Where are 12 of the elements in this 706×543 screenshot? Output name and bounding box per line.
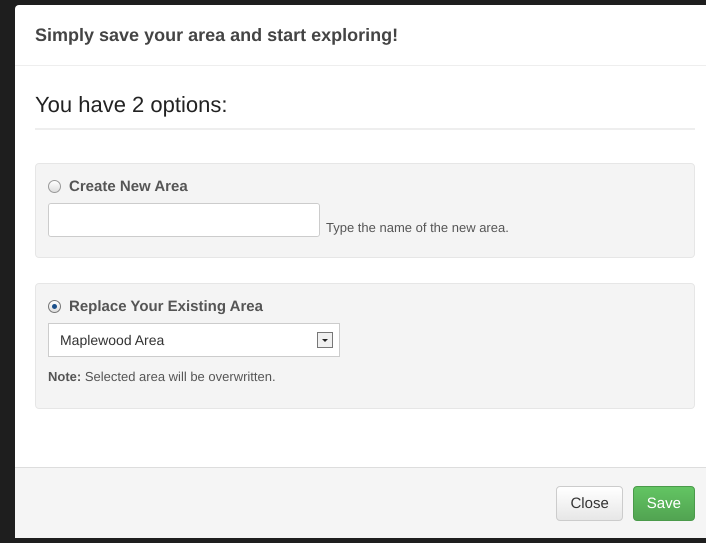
dialog-title: Simply save your area and start exploring! bbox=[35, 24, 398, 46]
help-text: Type the name of the new area. bbox=[326, 220, 509, 235]
radio-button[interactable] bbox=[48, 180, 61, 193]
caret-icon bbox=[317, 332, 333, 348]
radio-button[interactable] bbox=[48, 300, 61, 313]
area-dropdown[interactable]: Maplewood Area bbox=[48, 323, 340, 357]
close-button[interactable]: Close bbox=[556, 486, 623, 520]
note-text: Note: Selected area will be overwritten. bbox=[48, 369, 277, 384]
option-label: Create New Area bbox=[69, 178, 188, 195]
input-field[interactable] bbox=[48, 203, 320, 237]
option-label: Replace Your Existing Area bbox=[69, 298, 263, 315]
section-heading: You have 2 options: bbox=[35, 92, 695, 130]
